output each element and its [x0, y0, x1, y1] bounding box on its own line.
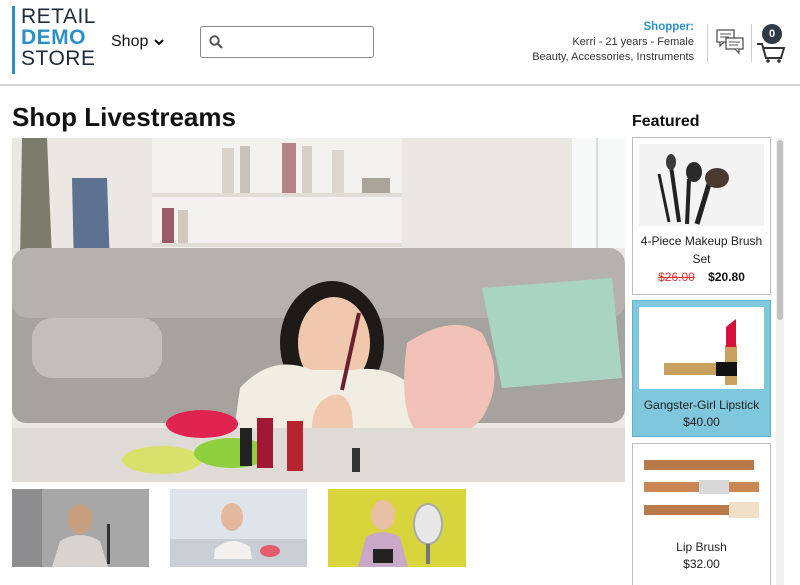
logo-line-3: STORE	[21, 47, 96, 70]
product-price: $26.00 $20.80	[633, 270, 770, 284]
search-icon	[209, 35, 223, 49]
shop-menu-label: Shop	[111, 33, 149, 50]
lip-brush-image	[639, 450, 764, 532]
livestream-thumbnail-2[interactable]	[170, 489, 307, 567]
main-livestream-video[interactable]	[12, 138, 625, 482]
product-image	[639, 307, 764, 389]
livestream-thumbnail-image	[328, 489, 466, 567]
product-price: $40.00	[683, 415, 720, 429]
search-input[interactable]	[229, 34, 369, 50]
page-title: Shop Livestreams	[12, 102, 236, 132]
product-image	[639, 144, 764, 226]
search-box[interactable]	[200, 26, 374, 58]
product-original-price: $26.00	[658, 270, 695, 284]
shopper-details: Kerri - 21 years - Female	[572, 36, 694, 48]
lipstick-image	[639, 307, 764, 389]
header-divider	[707, 24, 708, 62]
shopper-label: Shopper:	[643, 21, 694, 33]
logo-line-1: RETAIL	[21, 5, 96, 28]
product-price: $32.00	[683, 557, 720, 571]
livestream-thumbnail-image	[12, 489, 149, 567]
makeup-brushes-image	[639, 144, 764, 226]
chat-icon[interactable]	[716, 27, 744, 55]
featured-heading: Featured	[632, 113, 700, 130]
livestream-thumbnail-3[interactable]	[328, 489, 466, 567]
featured-product-card[interactable]: Lip Brush $32.00	[632, 443, 771, 585]
product-name: 4-Piece Makeup Brush Set	[640, 234, 763, 266]
cart-count-badge: 0	[762, 24, 782, 44]
shopper-info[interactable]: Shopper: Kerri - 21 years - Female Beaut…	[532, 20, 694, 65]
featured-product-list: 4-Piece Makeup Brush Set $26.00 $20.80 G…	[632, 137, 771, 585]
shopper-interests: Beauty, Accessories, Instruments	[532, 51, 694, 63]
shop-menu-button[interactable]: Shop	[111, 33, 165, 51]
product-name: Lip Brush	[676, 540, 727, 554]
chevron-down-icon	[154, 39, 165, 46]
featured-product-card[interactable]: 4-Piece Makeup Brush Set $26.00 $20.80	[632, 137, 771, 295]
livestream-thumbnail-1[interactable]	[12, 489, 149, 567]
retail-demo-store-logo[interactable]: RETAIL DEMO STORE	[12, 6, 96, 74]
product-sale-price: $20.80	[708, 270, 745, 284]
top-header: RETAIL DEMO STORE Shop Shopper: Kerri - …	[0, 0, 800, 86]
featured-product-card-selected[interactable]: Gangster-Girl Lipstick $40.00	[632, 300, 771, 437]
livestream-thumbnail-image	[170, 489, 307, 567]
header-divider	[751, 24, 752, 62]
featured-scrollbar-thumb[interactable]	[777, 140, 783, 320]
product-image	[639, 450, 764, 532]
product-name: Gangster-Girl Lipstick	[643, 398, 760, 412]
logo-line-2: DEMO	[21, 26, 86, 49]
livestream-scene-image	[12, 138, 625, 482]
